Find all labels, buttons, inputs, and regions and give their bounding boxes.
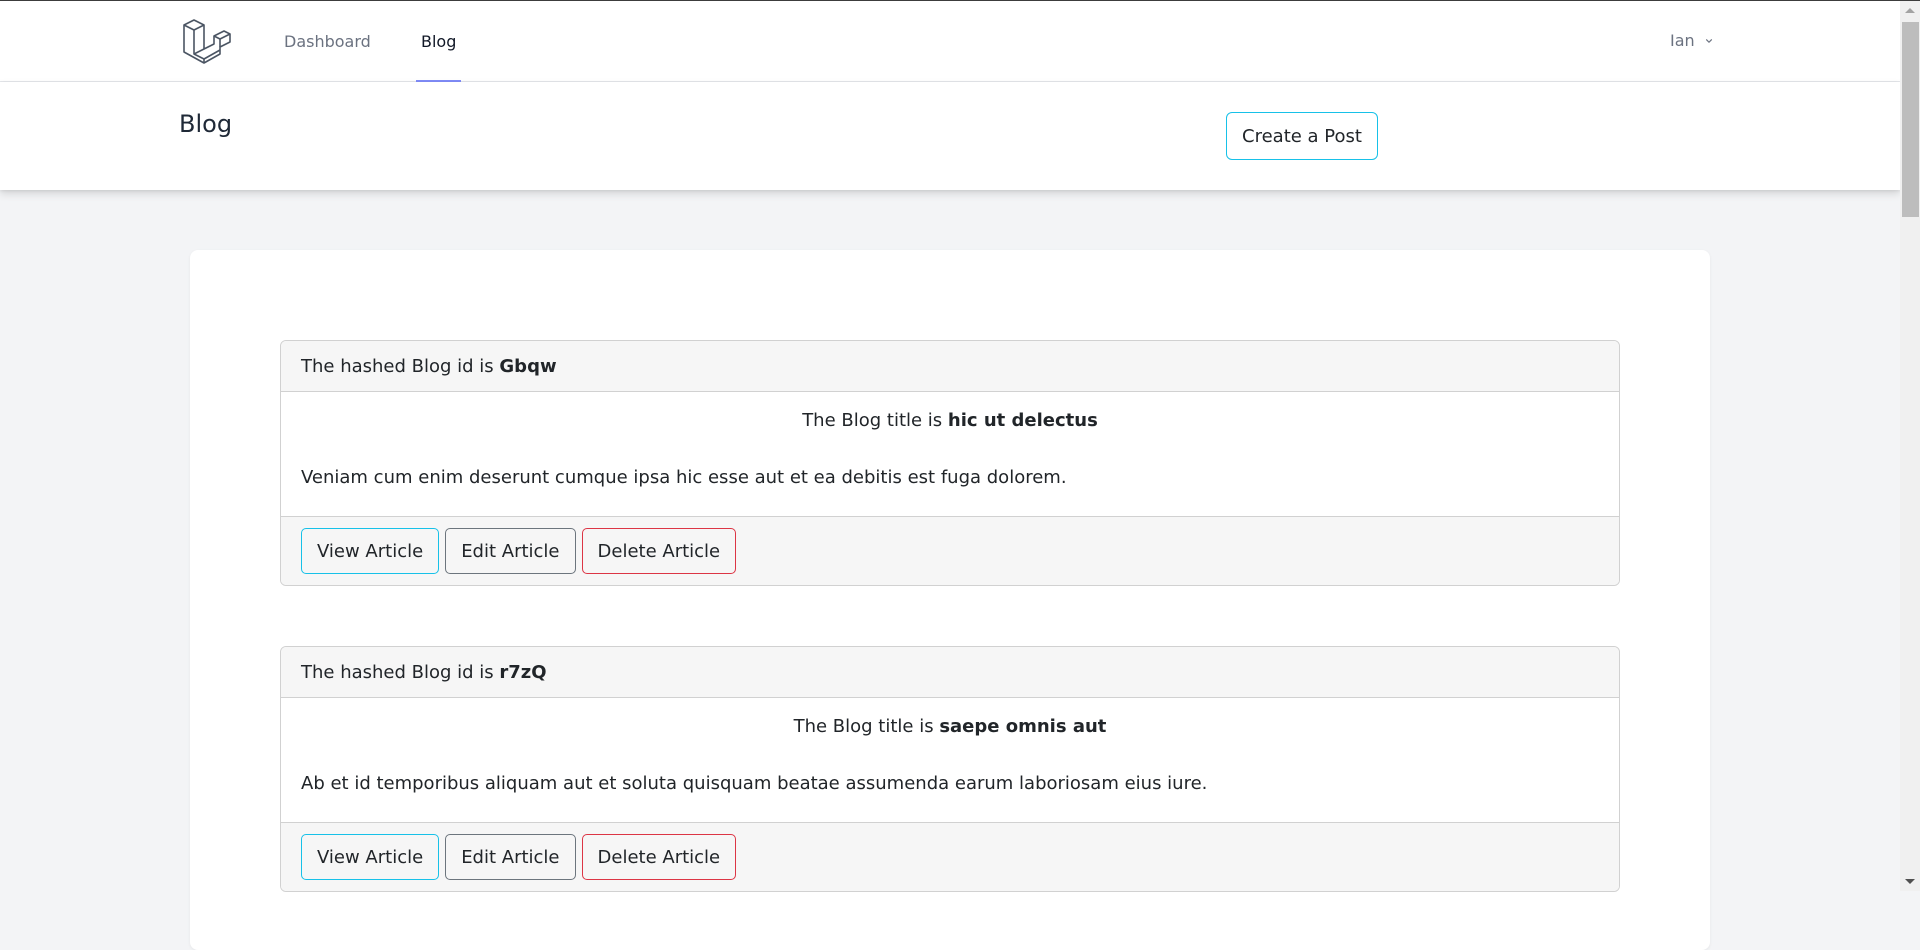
page-header: Blog Create a Post	[0, 82, 1900, 190]
view-article-button[interactable]: View Article	[301, 834, 440, 880]
blog-card-actions: View Article Edit Article Delete Article	[281, 516, 1619, 585]
create-post-button[interactable]: Create a Post	[1226, 112, 1378, 160]
blog-title-line: The Blog title is hic ut delectus	[281, 410, 1619, 431]
blog-id-label: The hashed Blog id is	[301, 662, 500, 683]
scroll-down-arrow-icon[interactable]	[1900, 873, 1920, 891]
top-navigation: Dashboard Blog Ian	[0, 1, 1900, 82]
blog-card-body: The Blog title is saepe omnis aut Ab et …	[281, 698, 1619, 822]
user-menu-dropdown[interactable]: Ian	[1670, 1, 1715, 81]
nav-link-blog[interactable]: Blog	[416, 1, 462, 82]
blog-hashed-id: r7zQ	[499, 662, 547, 683]
blog-card-body: The Blog title is hic ut delectus Veniam…	[281, 392, 1619, 516]
page-title: Blog	[179, 110, 233, 138]
scrollbar-thumb[interactable]	[1902, 22, 1919, 217]
nav-link-dashboard[interactable]: Dashboard	[284, 1, 371, 81]
delete-article-button[interactable]: Delete Article	[581, 834, 737, 880]
blog-title-label: The Blog title is	[802, 410, 948, 431]
blog-title-line: The Blog title is saepe omnis aut	[281, 716, 1619, 737]
blog-card: The hashed Blog id is r7zQ The Blog titl…	[280, 646, 1620, 892]
blog-card-header: The hashed Blog id is Gbqw	[281, 341, 1619, 392]
blog-excerpt: Ab et id temporibus aliquam aut et solut…	[301, 773, 1208, 794]
blog-list-panel: The hashed Blog id is Gbqw The Blog titl…	[190, 250, 1710, 950]
blog-card-actions: View Article Edit Article Delete Article	[281, 822, 1619, 891]
edit-article-button[interactable]: Edit Article	[445, 528, 576, 574]
blog-excerpt: Veniam cum enim deserunt cumque ipsa hic…	[301, 467, 1067, 488]
view-article-button[interactable]: View Article	[301, 528, 440, 574]
edit-article-button[interactable]: Edit Article	[445, 834, 576, 880]
blog-title-label: The Blog title is	[793, 716, 940, 737]
blog-card: The hashed Blog id is Gbqw The Blog titl…	[280, 340, 1620, 586]
blog-title: hic ut delectus	[947, 410, 1098, 431]
chevron-down-icon	[1705, 39, 1712, 43]
blog-id-label: The hashed Blog id is	[301, 356, 500, 377]
delete-article-button[interactable]: Delete Article	[581, 528, 737, 574]
blog-title: saepe omnis aut	[939, 716, 1107, 737]
scroll-up-arrow-icon[interactable]	[1900, 1, 1920, 19]
blog-hashed-id: Gbqw	[499, 356, 557, 377]
vertical-scrollbar[interactable]	[1900, 1, 1920, 891]
laravel-logo-icon[interactable]	[183, 19, 231, 65]
blog-card-header: The hashed Blog id is r7zQ	[281, 647, 1619, 698]
user-name: Ian	[1670, 31, 1695, 50]
